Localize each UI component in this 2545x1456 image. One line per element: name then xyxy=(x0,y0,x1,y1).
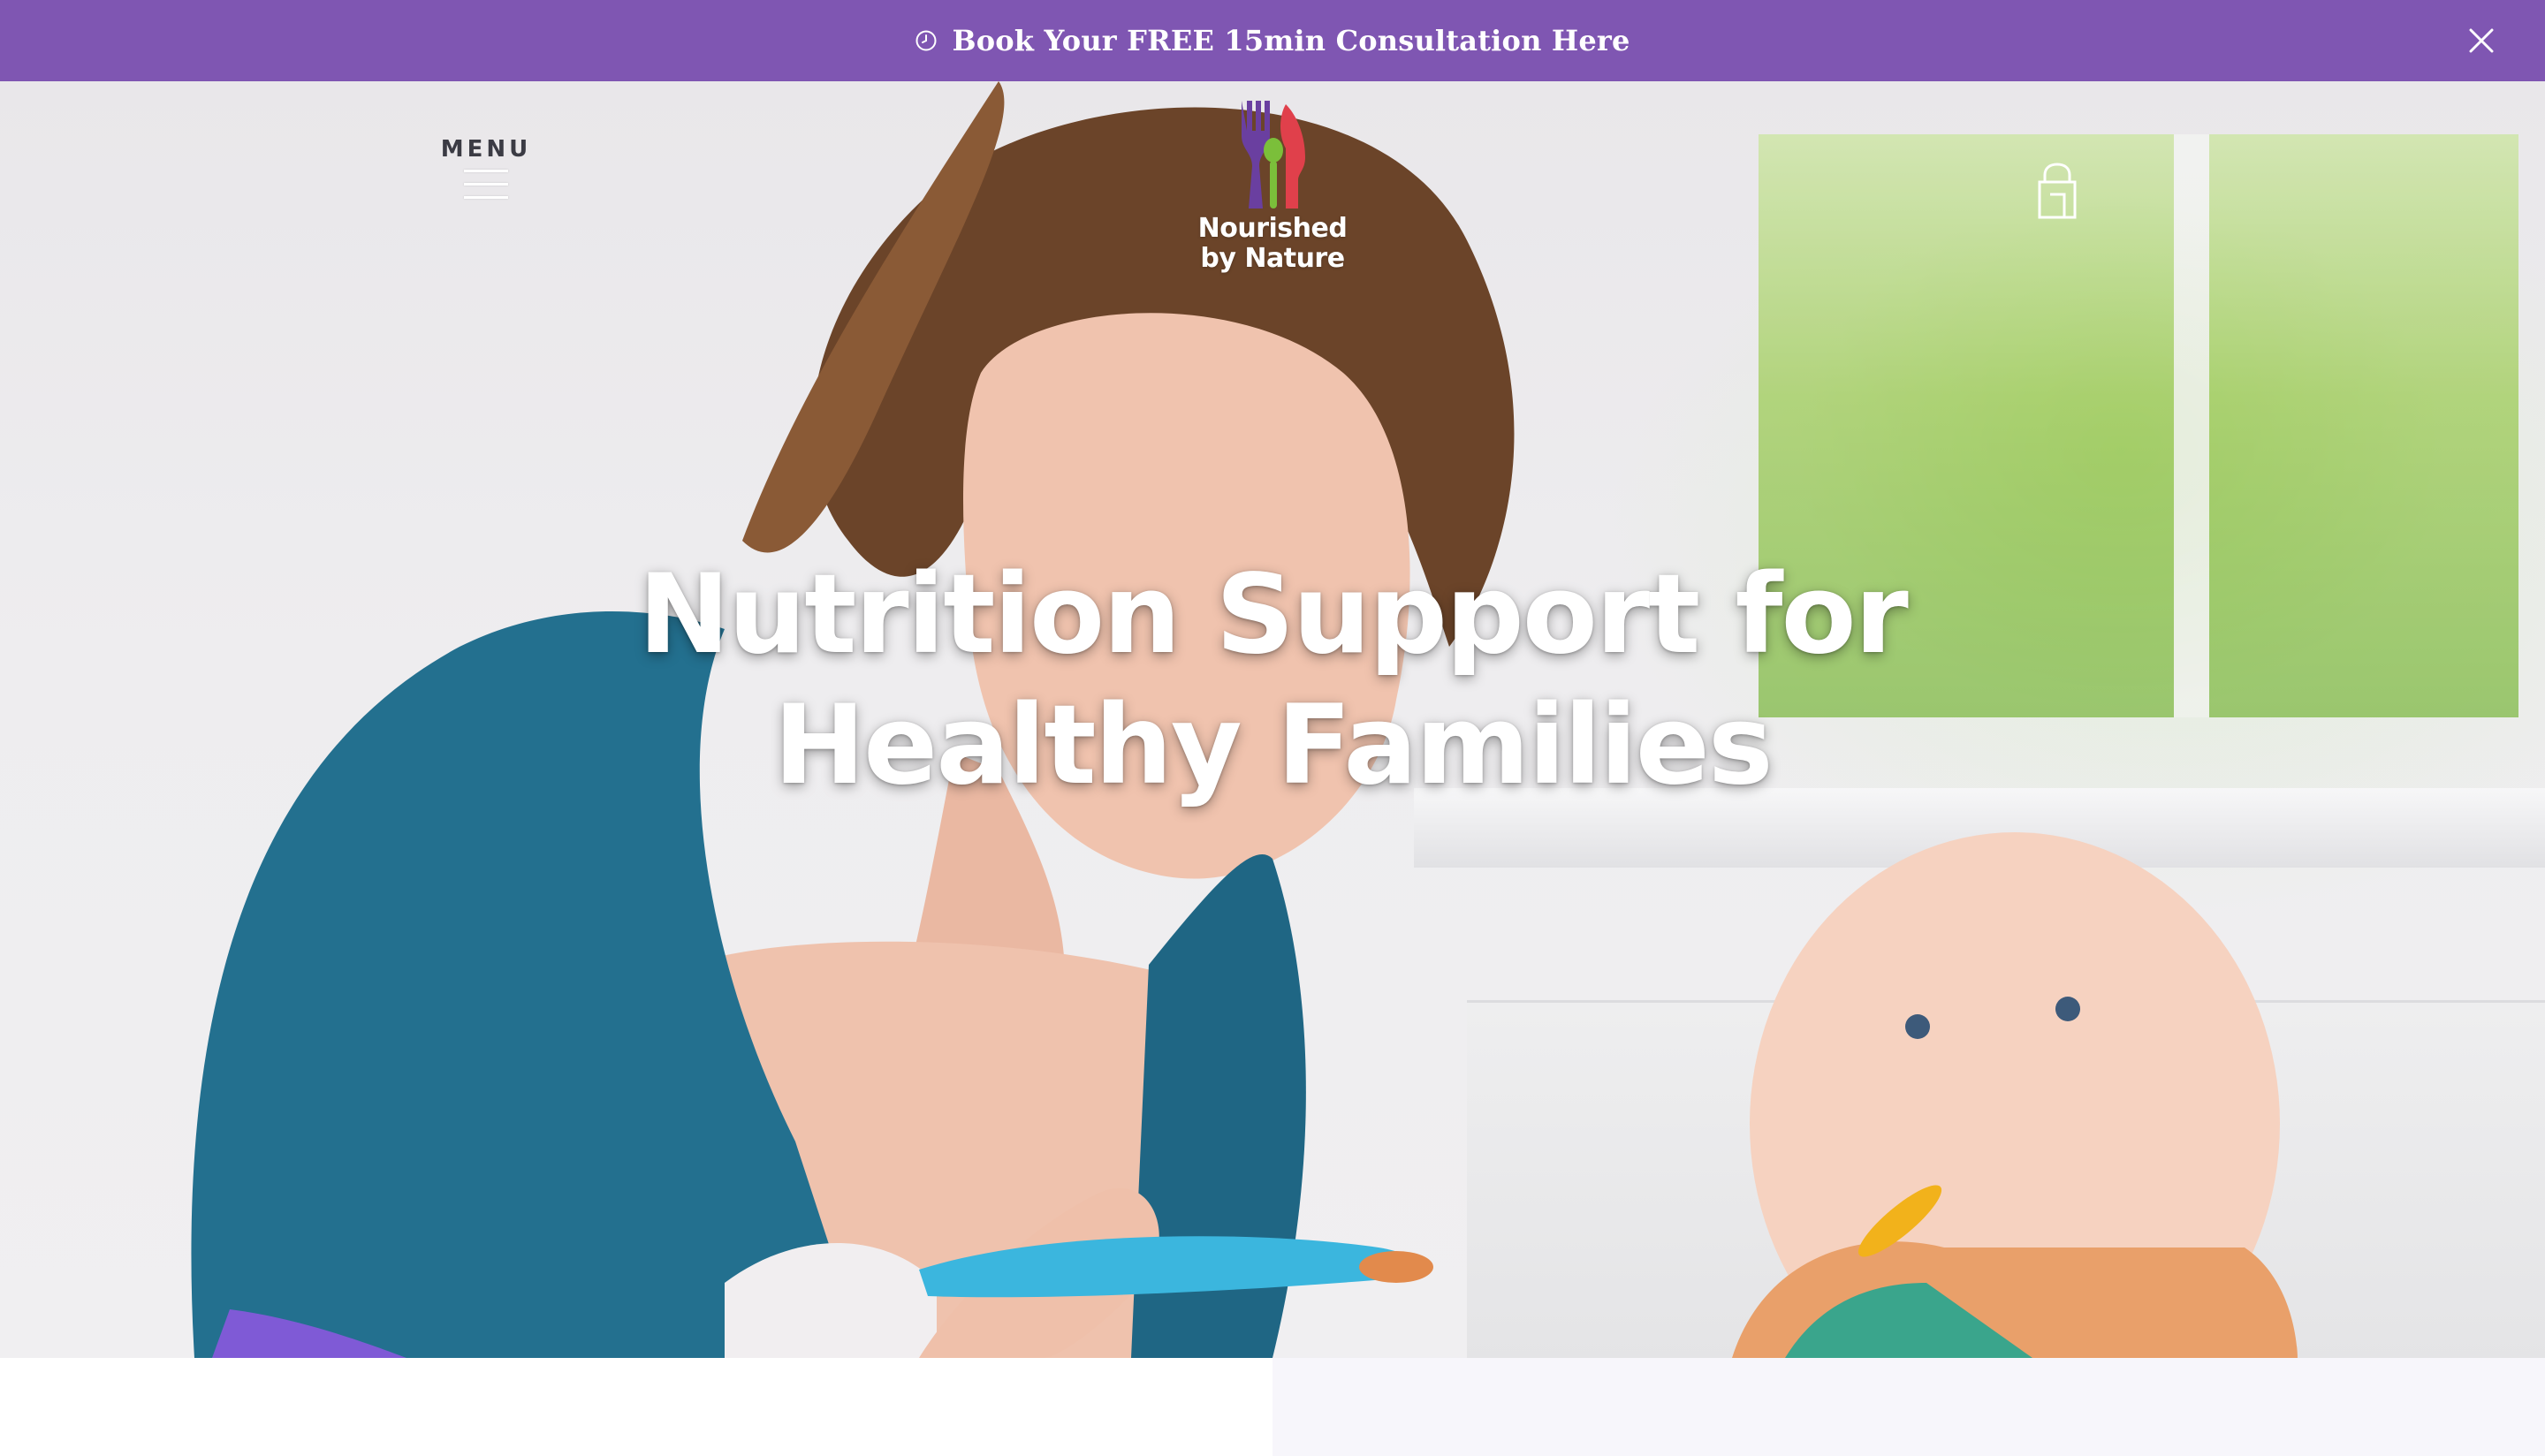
hero-heading-line-2: Healthy Families xyxy=(773,682,1773,809)
logo-text: Nourished by Nature xyxy=(1198,214,1348,274)
site-logo[interactable]: Nourished by Nature xyxy=(1184,95,1361,360)
content-section-right xyxy=(1272,1358,2545,1456)
utensils-logo-icon xyxy=(1242,101,1305,209)
menu-button[interactable]: MENU xyxy=(440,136,532,216)
consultation-link[interactable]: Book Your FREE 15min Consultation Here xyxy=(915,24,1630,57)
clock-icon xyxy=(915,30,937,51)
hero-banner: MENU Nourished by Nature Nutrition Suppo… xyxy=(0,81,2545,1358)
content-section-left xyxy=(0,1358,1272,1456)
cart-button[interactable] xyxy=(2031,163,2084,223)
consultation-text: Book Your FREE 15min Consultation Here xyxy=(952,24,1630,57)
close-icon xyxy=(2469,28,2494,53)
hero-heading-line-1: Nutrition Support for xyxy=(638,551,1909,679)
announcement-bar: Book Your FREE 15min Consultation Here xyxy=(0,0,2545,81)
logo-line-1: Nourished xyxy=(1197,213,1348,244)
logo-line-2: by Nature xyxy=(1200,243,1345,274)
menu-label: MENU xyxy=(440,136,532,163)
close-announcement-button[interactable] xyxy=(2465,25,2497,57)
hero-heading: Nutrition Support for Healthy Families xyxy=(530,550,2015,811)
shopping-bag-icon xyxy=(2038,163,2077,219)
hamburger-icon xyxy=(464,170,508,201)
